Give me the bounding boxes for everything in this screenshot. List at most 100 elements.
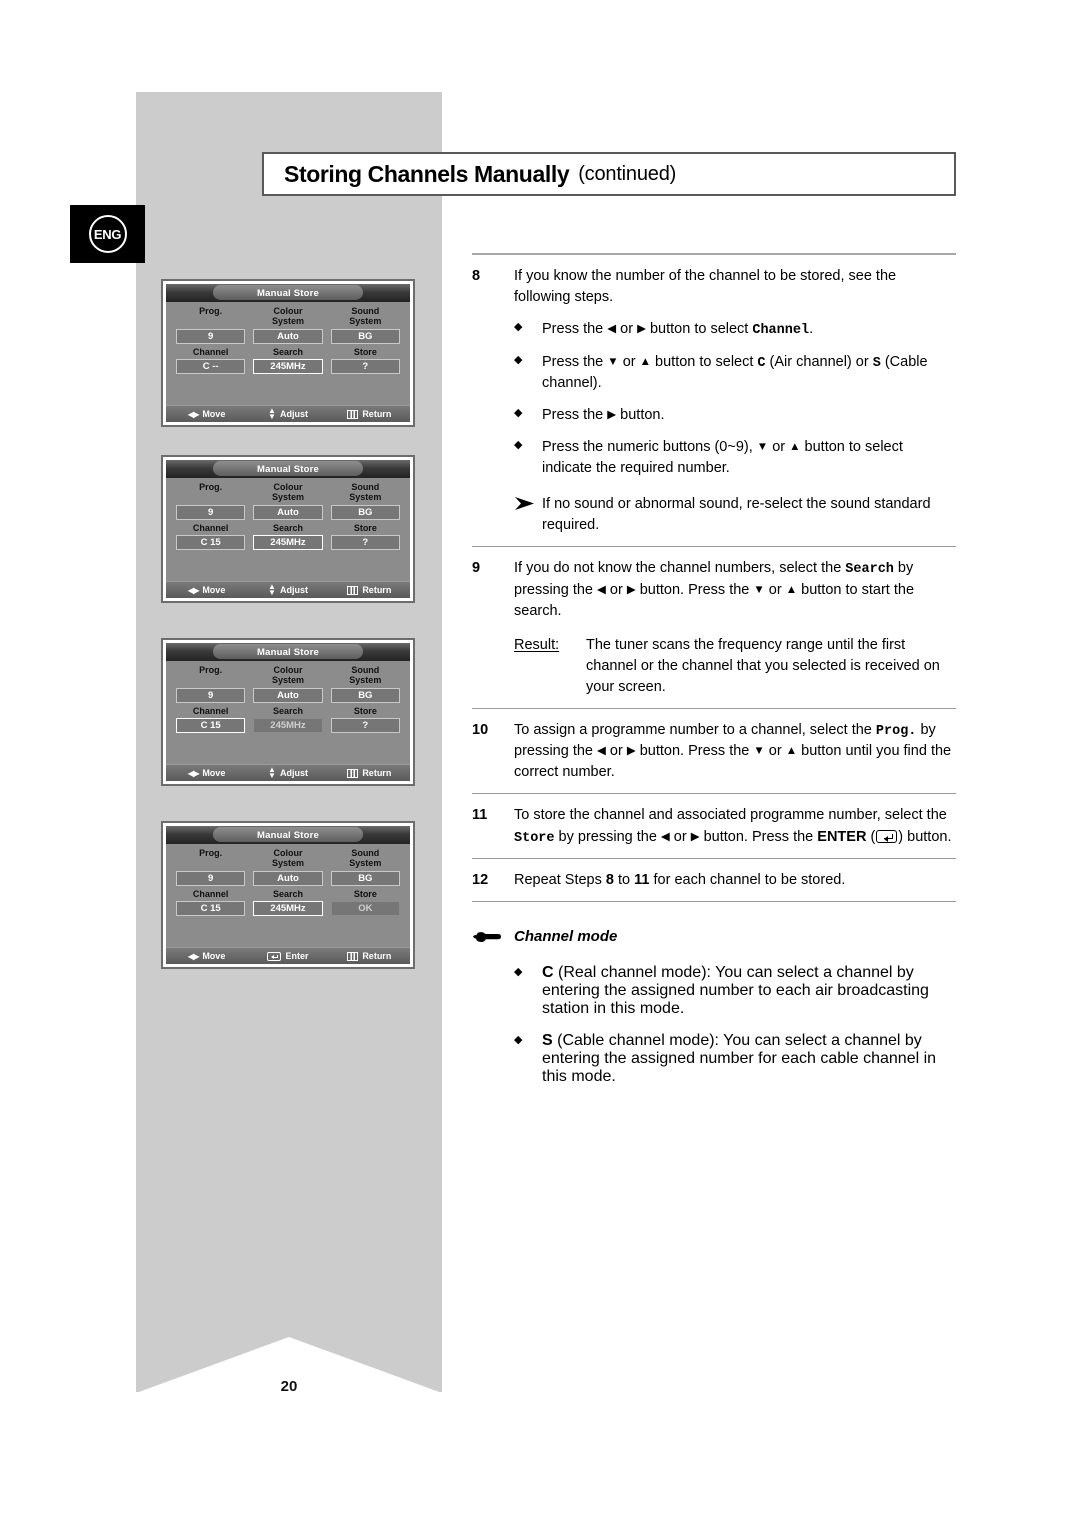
diamond-bullet-icon: ◆ bbox=[514, 353, 523, 366]
osd-title-bar: Manual Store bbox=[166, 643, 410, 661]
osd-screenshot-2: Manual Store Prog. Colour System Sound Sys… bbox=[161, 455, 415, 603]
step-11-text: To store the channel and associated prog… bbox=[514, 807, 952, 846]
step-12: 12 Repeat Steps 8 to 11 for each channel… bbox=[472, 859, 956, 901]
osd-label-prog: Prog. bbox=[199, 665, 223, 675]
osd-title-text: Manual Store bbox=[256, 829, 320, 841]
step-9-number: 9 bbox=[472, 560, 481, 577]
osd-footer-move: ◀▶ Move bbox=[166, 951, 247, 961]
step-8-bullet-1: ◆ Press the ◀ or ▶ button to select Chan… bbox=[514, 319, 956, 341]
osd-field-sound-system: BG bbox=[330, 328, 400, 344]
right-arrow-icon: ▶ bbox=[626, 745, 636, 758]
menu-icon bbox=[347, 951, 359, 961]
step-ref-to: 11 bbox=[634, 872, 650, 889]
step-11-number: 11 bbox=[472, 807, 488, 824]
pointing-hand-icon bbox=[472, 928, 514, 950]
step-12-text: Repeat Steps 8 to 11 for each channel to… bbox=[514, 872, 846, 889]
osd-field-prog: 9 bbox=[176, 504, 246, 520]
osd-screenshot-3: Manual Store Prog. Colour System Sound Sys… bbox=[161, 638, 415, 786]
page-title: Storing Channels Manually (continued) bbox=[262, 152, 956, 196]
up-down-arrow-icon: ▲ ▼ bbox=[268, 405, 276, 421]
page-title-suffix: (continued) bbox=[578, 162, 677, 185]
up-arrow-icon: ▲ bbox=[785, 745, 798, 758]
code-prog: Prog. bbox=[875, 723, 917, 739]
osd-label-sound-system: Sound System bbox=[349, 848, 382, 869]
step-9-text: If you do not know the channel numbers, … bbox=[514, 560, 915, 619]
osd-footer: ◀▶ Move ▲ ▼ Adjust Return bbox=[166, 581, 410, 598]
osd-values-row2: C -- 245MHz ? bbox=[172, 358, 404, 374]
osd-label-channel: Channel bbox=[192, 346, 229, 357]
osd-labels-row2: Channel Search Store bbox=[172, 706, 404, 716]
osd-labels-row2: Channel Search Store bbox=[172, 889, 404, 899]
osd-field-colour-system: Auto bbox=[253, 328, 323, 344]
osd-field-colour-system: Auto bbox=[253, 504, 323, 520]
left-right-arrow-icon: ◀▶ bbox=[188, 951, 199, 961]
menu-icon bbox=[347, 409, 359, 419]
channel-mode-item-s-text: S (Cable channel mode): You can select a… bbox=[542, 1032, 937, 1086]
step-10-text: To assign a programme number to a channe… bbox=[514, 721, 952, 781]
osd-footer-move-label: Move bbox=[202, 951, 226, 961]
osd-labels-row2: Channel Search Store bbox=[172, 523, 404, 533]
osd-labels-row1: Prog. Colour System Sound System bbox=[172, 306, 404, 327]
step-12-number: 12 bbox=[472, 872, 489, 889]
osd-values-row2: C 15 245MHz OK bbox=[172, 900, 404, 916]
up-arrow-icon: ▲ bbox=[789, 441, 801, 454]
osd-values-row1: 9 Auto BG bbox=[172, 328, 404, 344]
osd-footer-adjust-label: Adjust bbox=[279, 768, 308, 778]
osd-label-colour-system: Colour System bbox=[271, 665, 304, 686]
up-down-arrow-icon: ▲ ▼ bbox=[268, 581, 276, 597]
osd-label-store: Store bbox=[353, 522, 377, 533]
osd-footer-move: ◀▶ Move bbox=[166, 585, 247, 595]
left-arrow-icon: ◀ bbox=[607, 323, 617, 336]
osd-labels-row1: Prog. Colour System Sound System bbox=[172, 482, 404, 503]
osd-footer-move-label: Move bbox=[202, 585, 226, 595]
step-9-result: Result: The tuner scans the frequency ra… bbox=[514, 635, 956, 698]
osd-field-prog: 9 bbox=[176, 870, 246, 886]
osd-screenshot-1: Manual Store Prog. Colour System Sound Sys… bbox=[161, 279, 415, 427]
diamond-bullet-icon: ◆ bbox=[514, 321, 523, 334]
enter-label: ENTER bbox=[817, 828, 867, 845]
left-arrow-icon: ◀ bbox=[597, 583, 606, 596]
step-8-bullet-2-text: Press the ▼ or ▲ button to select C (Air… bbox=[542, 353, 928, 392]
menu-icon bbox=[347, 585, 359, 595]
osd-label-prog: Prog. bbox=[199, 306, 223, 316]
osd-labels-row2: Channel Search Store bbox=[172, 347, 404, 357]
osd-screenshot-4: Manual Store Prog. Colour System Sound Sys… bbox=[161, 821, 415, 969]
step-8-bullet-4: ◆ Press the numeric buttons (0~9), ▼ or … bbox=[514, 437, 956, 479]
osd-field-store: ? bbox=[330, 534, 400, 550]
osd-label-sound-system: Sound System bbox=[349, 306, 382, 327]
osd-footer-adjust: ▲ ▼ Adjust bbox=[247, 581, 328, 597]
step-9-result-text: The tuner scans the frequency range unti… bbox=[586, 636, 940, 695]
right-arrow-icon: ▶ bbox=[690, 830, 700, 843]
osd-values-row1: 9 Auto BG bbox=[172, 504, 404, 520]
osd-footer-return: Return bbox=[329, 768, 410, 778]
code-store: Store bbox=[514, 830, 555, 846]
diamond-bullet-icon: ◆ bbox=[514, 439, 523, 452]
osd-footer-return: Return bbox=[329, 409, 410, 419]
right-arrow-icon: ▶ bbox=[637, 323, 646, 336]
osd-footer-move: ◀▶ Move bbox=[166, 409, 247, 419]
step-8-note-text: If no sound or abnormal sound, re-select… bbox=[542, 496, 931, 534]
osd-labels-row1: Prog. Colour System Sound System bbox=[172, 665, 404, 686]
step-8-bullet-2: ◆ Press the ▼ or ▲ button to select C (A… bbox=[514, 352, 956, 395]
osd-footer-enter-label: Enter bbox=[285, 951, 309, 961]
osd-footer-return: Return bbox=[329, 585, 410, 595]
language-badge-label: ENG bbox=[88, 215, 127, 253]
step-9-result-label: Result: bbox=[514, 636, 560, 653]
osd-title-text: Manual Store bbox=[256, 646, 320, 658]
channel-mode-item-c: ◆ C (Real channel mode): You can select … bbox=[514, 964, 956, 1018]
osd-title-bar: Manual Store bbox=[166, 826, 410, 844]
osd-footer-return: Return bbox=[329, 951, 410, 961]
osd-footer-adjust: ▲ ▼ Adjust bbox=[247, 405, 328, 421]
osd-footer: ◀▶ Move ▲ ▼ Adjust Return bbox=[166, 405, 410, 422]
channel-mode-heading-row: Channel mode bbox=[472, 928, 956, 950]
step-8-intro: If you know the number of the channel to… bbox=[514, 268, 897, 306]
step-11: 11 To store the channel and associated p… bbox=[472, 794, 956, 858]
step-8-bullet-3: ◆ Press the ▶ button. bbox=[514, 405, 956, 426]
channel-mode-item-s: ◆ S (Cable channel mode): You can select… bbox=[514, 1032, 956, 1086]
osd-field-prog: 9 bbox=[176, 328, 246, 344]
osd-values-row2: C 15 245MHz ? bbox=[172, 534, 404, 550]
osd-field-store: ? bbox=[330, 358, 400, 374]
diamond-bullet-icon: ◆ bbox=[514, 1034, 523, 1047]
osd-footer: ◀▶ Move ▲ ▼ Adjust Return bbox=[166, 764, 410, 781]
osd-title-bar: Manual Store bbox=[166, 284, 410, 302]
